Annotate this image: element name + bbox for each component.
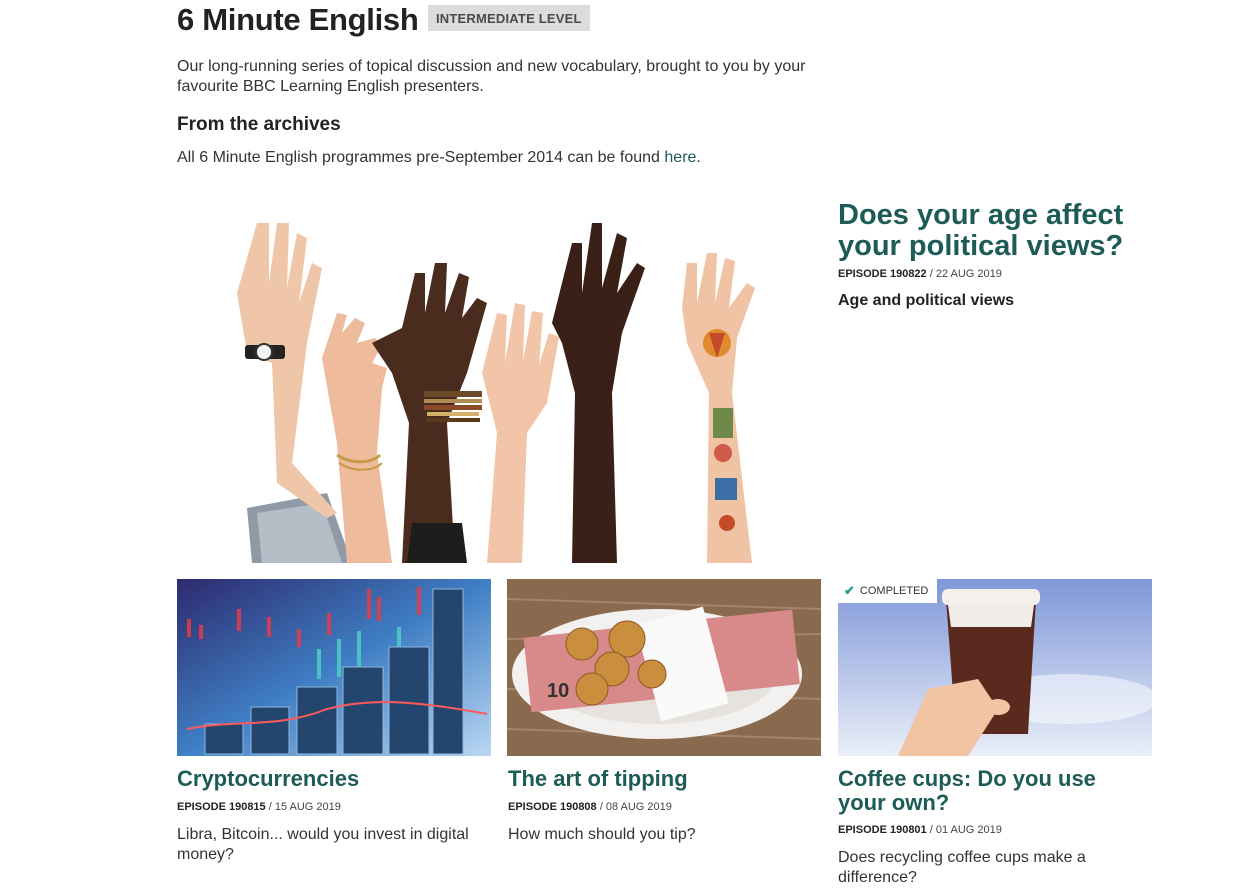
episode-image-tipping[interactable]: 10 — [507, 579, 821, 756]
episode-meta: EPISODE 190808 / 08 AUG 2019 — [508, 801, 672, 813]
archives-text: All 6 Minute English programmes pre-Sept… — [177, 149, 701, 167]
episode-number: EPISODE 190808 — [508, 801, 597, 813]
featured-episode: EPISODE 190822 — [838, 268, 927, 280]
episode-description: How much should you tip? — [508, 826, 696, 843]
tip-plate-image: 10 — [507, 579, 821, 756]
episode-date: / 01 AUG 2019 — [926, 824, 1002, 836]
episode-date: / 08 AUG 2019 — [596, 801, 672, 813]
archives-text-before: All 6 Minute English programmes pre-Sept… — [177, 149, 665, 166]
completed-badge: ✔ COMPLETED — [838, 579, 938, 603]
episode-description: Libra, Bitcoin... would you invest in di… — [177, 826, 469, 863]
svg-text:10: 10 — [547, 680, 569, 702]
featured-date: / 22 AUG 2019 — [926, 268, 1002, 280]
episode-title[interactable]: Coffee cups: Do you use your own? — [838, 767, 1138, 815]
episode-title[interactable]: Cryptocurrencies — [177, 767, 359, 791]
series-intro: Our long-running series of topical discu… — [177, 58, 806, 95]
archives-text-after: . — [696, 149, 701, 166]
featured-image[interactable] — [177, 193, 792, 563]
checkmark-icon: ✔ — [844, 583, 855, 598]
featured-title[interactable]: Does your age affect your political view… — [838, 200, 1168, 262]
episode-description: Does recycling coffee cups make a differ… — [838, 849, 1086, 886]
episode-date: / 15 AUG 2019 — [265, 801, 341, 813]
featured-meta: EPISODE 190822 / 22 AUG 2019 — [838, 268, 1002, 280]
episode-title[interactable]: The art of tipping — [508, 767, 688, 791]
episode-meta: EPISODE 190801 / 01 AUG 2019 — [838, 824, 1002, 836]
coffee-cup-image — [838, 579, 1152, 756]
episode-image-cryptocurrencies[interactable] — [177, 579, 491, 756]
completed-label: COMPLETED — [859, 585, 929, 597]
raised-hands-image — [177, 193, 792, 563]
episode-image-coffee-cups[interactable] — [838, 579, 1152, 756]
episode-number: EPISODE 190815 — [177, 801, 266, 813]
featured-description: Age and political views — [838, 292, 1015, 309]
page-title: 6 Minute English — [177, 2, 419, 37]
episode-number: EPISODE 190801 — [838, 824, 927, 836]
archives-link[interactable]: here — [664, 149, 696, 166]
episode-meta: EPISODE 190815 / 15 AUG 2019 — [177, 801, 341, 813]
archives-heading: From the archives — [177, 114, 341, 135]
coins-chart-image — [177, 579, 491, 756]
level-badge: INTERMEDIATE LEVEL — [428, 5, 590, 31]
